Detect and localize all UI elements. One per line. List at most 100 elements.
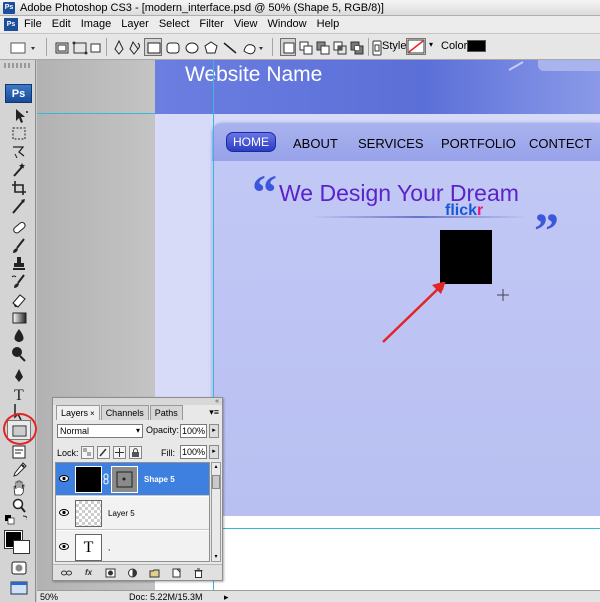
visibility-eye-icon[interactable] xyxy=(59,542,69,551)
tab-layers-label: Layers xyxy=(61,408,89,418)
color-swatch[interactable] xyxy=(467,40,486,52)
quick-mask-icon[interactable] xyxy=(7,558,31,578)
shape-layers-icon[interactable] xyxy=(52,38,70,56)
visibility-eye-icon[interactable] xyxy=(59,508,69,517)
document-icon[interactable]: Ps xyxy=(4,18,18,31)
layer-row-shape-5[interactable]: Shape 5 xyxy=(56,463,209,496)
menu-layer[interactable]: Layer xyxy=(121,18,156,30)
link-style-icon[interactable] xyxy=(370,38,382,56)
photoshop-logo[interactable]: Ps xyxy=(5,84,32,103)
polygon-shape-icon[interactable] xyxy=(201,38,219,56)
menu-select[interactable]: Select xyxy=(159,18,197,30)
add-mask-icon[interactable] xyxy=(105,568,116,578)
opacity-slider-arrow-icon[interactable]: ▸ xyxy=(209,424,219,438)
type-tool-icon[interactable]: T xyxy=(7,384,31,404)
add-shape-area-icon[interactable] xyxy=(297,38,313,56)
style-picker[interactable] xyxy=(406,38,426,55)
menu-help[interactable]: Help xyxy=(317,18,347,30)
menu-image[interactable]: Image xyxy=(81,18,119,30)
eyedropper-tool-icon[interactable] xyxy=(7,460,31,480)
subtract-shape-area-icon[interactable] xyxy=(314,38,330,56)
zoom-tool-icon[interactable] xyxy=(7,496,31,516)
crop-tool-icon[interactable] xyxy=(7,178,31,198)
app-icon: Ps xyxy=(3,2,15,14)
visibility-eye-icon[interactable] xyxy=(59,474,69,483)
tool-preset-picker[interactable] xyxy=(6,38,40,56)
tab-channels[interactable]: Channels xyxy=(100,405,149,420)
scroll-thumb[interactable] xyxy=(212,475,220,489)
magic-wand-icon[interactable] xyxy=(7,160,31,180)
tab-paths[interactable]: Paths xyxy=(149,405,183,420)
lasso-tool-icon[interactable] xyxy=(7,142,31,162)
trash-icon[interactable] xyxy=(193,568,204,578)
layer-row-layer-5[interactable]: Layer 5 xyxy=(56,497,209,530)
fill-field[interactable]: 100% xyxy=(180,445,207,459)
freeform-pen-icon[interactable] xyxy=(126,38,142,56)
lock-all-icon[interactable] xyxy=(129,446,142,459)
adjustment-layer-icon[interactable] xyxy=(127,568,138,578)
eraser-tool-icon[interactable] xyxy=(7,290,31,310)
rectangle-shape[interactable] xyxy=(440,230,492,284)
notes-tool-icon[interactable] xyxy=(7,442,31,462)
lock-image-icon[interactable] xyxy=(97,446,110,459)
tab-close-icon[interactable]: × xyxy=(90,409,95,418)
fill-label: Fill: xyxy=(161,448,175,458)
chain-link-icon[interactable] xyxy=(103,473,110,485)
screen-mode-icon[interactable] xyxy=(7,578,31,598)
status-menu-arrow-icon[interactable]: ▸ xyxy=(224,592,229,602)
ellipse-shape-icon[interactable] xyxy=(182,38,200,56)
collapse-icon[interactable]: « xyxy=(215,398,219,405)
fx-icon[interactable]: fx xyxy=(83,568,94,578)
lock-transparent-icon[interactable] xyxy=(81,446,94,459)
pen-tool-icon[interactable] xyxy=(110,38,126,56)
history-brush-icon[interactable] xyxy=(7,272,31,292)
layer-row-text[interactable]: T , xyxy=(56,531,209,561)
blend-mode-select[interactable]: Normal ▾ xyxy=(57,424,143,438)
panel-menu-icon[interactable]: ▾≡ xyxy=(209,407,219,418)
rounded-rectangle-icon[interactable] xyxy=(163,38,181,56)
slice-tool-icon[interactable] xyxy=(7,196,31,216)
scroll-down-icon[interactable]: ▾ xyxy=(212,553,220,561)
blur-tool-icon[interactable] xyxy=(7,326,31,346)
fill-pixels-icon[interactable] xyxy=(88,38,102,56)
lock-position-icon[interactable] xyxy=(113,446,126,459)
custom-shape-icon[interactable] xyxy=(239,38,265,56)
style-dropdown-arrow-icon[interactable]: ▾ xyxy=(429,40,433,49)
gradient-tool-icon[interactable] xyxy=(7,308,31,328)
marquee-tool-icon[interactable] xyxy=(7,124,31,144)
menu-window[interactable]: Window xyxy=(268,18,314,30)
options-bar xyxy=(0,34,600,60)
intersect-shape-area-icon[interactable] xyxy=(331,38,347,56)
link-layers-icon[interactable] xyxy=(61,568,72,578)
menu-filter[interactable]: Filter xyxy=(199,18,230,30)
scroll-up-icon[interactable]: ▴ xyxy=(212,463,220,471)
new-group-icon[interactable] xyxy=(149,568,160,578)
menu-edit[interactable]: Edit xyxy=(52,18,78,30)
menu-file[interactable]: File xyxy=(24,18,49,30)
move-tool-icon[interactable] xyxy=(7,106,31,126)
site-header: Website Name xyxy=(155,60,600,114)
new-layer-icon[interactable] xyxy=(171,568,182,578)
paths-mode-icon[interactable] xyxy=(70,38,88,56)
brush-tool-icon[interactable] xyxy=(7,236,31,256)
clone-stamp-icon[interactable] xyxy=(7,254,31,274)
line-shape-icon[interactable] xyxy=(220,38,238,56)
dodge-tool-icon[interactable] xyxy=(7,344,31,364)
rectangle-shape-icon[interactable] xyxy=(144,38,162,56)
background-color-swatch[interactable] xyxy=(13,540,30,554)
panel-titlebar[interactable]: « xyxy=(53,398,222,405)
zoom-level[interactable]: 50% xyxy=(40,592,58,602)
hand-tool-icon[interactable] xyxy=(7,478,31,498)
healing-brush-icon[interactable] xyxy=(7,218,31,238)
nav-services: SERVICES xyxy=(358,136,424,151)
toolbox-grip[interactable] xyxy=(4,63,30,68)
new-shape-layer-icon[interactable] xyxy=(280,38,296,56)
menu-view[interactable]: View xyxy=(234,18,265,30)
tab-layers[interactable]: Layers × xyxy=(56,405,100,420)
path-selection-icon[interactable] xyxy=(7,366,31,386)
default-colors-icon[interactable] xyxy=(3,514,33,526)
fill-slider-arrow-icon[interactable]: ▸ xyxy=(209,445,219,459)
exclude-shape-area-icon[interactable] xyxy=(348,38,364,56)
opacity-field[interactable]: 100% xyxy=(180,424,207,438)
layers-scrollbar[interactable]: ▴ ▾ xyxy=(211,462,221,562)
